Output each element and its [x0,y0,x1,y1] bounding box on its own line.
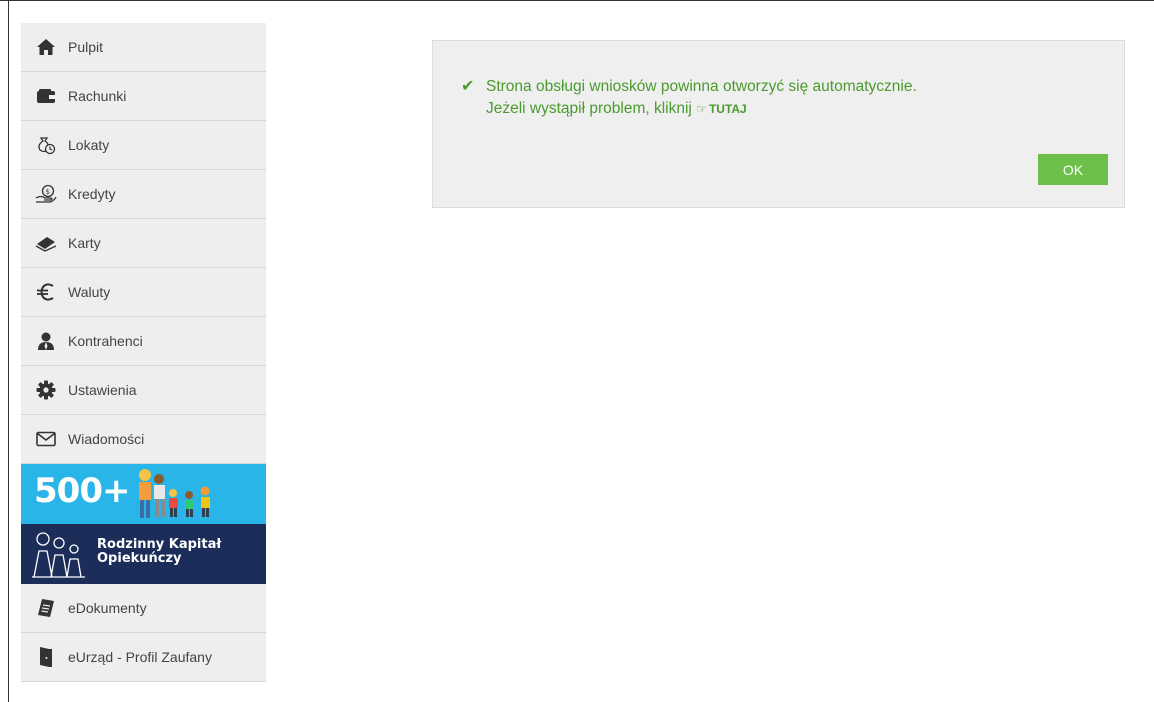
family-illustration [139,469,210,518]
euro-icon [35,281,57,303]
message-line-2: Jeżeli wystąpił problem, kliknij ☞ TUTAJ [486,98,917,120]
sidebar-item-label: Kredyty [68,186,116,202]
sidebar-item-label: Kontrahenci [68,333,143,349]
banner-500-plus[interactable]: 500+ [21,464,266,524]
checkmark-icon: ✔ [461,78,475,95]
home-icon [35,36,57,58]
banner-rkp-line2: Opiekuńczy [97,551,182,566]
card-icon [35,232,57,254]
sidebar-item-kontrahenci[interactable]: Kontrahenci [21,317,266,366]
sidebar-item-eurzad[interactable]: eUrząd - Profil Zaufany [21,633,266,682]
sidebar-item-label: Karty [68,235,101,251]
banner-rodzinny-kapital[interactable]: Rodzinny Kapitał Opiekuńczy [21,524,266,584]
message-line-2-text: Jeżeli wystąpił problem, kliknij [486,100,692,117]
sidebar-item-karty[interactable]: Karty [21,219,266,268]
family-outline-icon [32,532,85,578]
sidebar-item-kredyty[interactable]: $ Kredyty [21,170,266,219]
ok-button[interactable]: OK [1038,154,1108,185]
door-icon [35,646,57,668]
sidebar-item-edokumenty[interactable]: eDokumenty [21,584,266,633]
sidebar-item-wiadomosci[interactable]: Wiadomości [21,415,266,464]
sidebar-nav: Pulpit Rachunki Lokaty $ Kredyty Karty W… [21,23,266,682]
envelope-icon [35,428,57,450]
sidebar-item-label: Pulpit [68,39,104,55]
banner-500-text: 500+ [34,471,130,511]
contact-icon [35,330,57,352]
sidebar-item-label: eUrząd - Profil Zaufany [68,649,212,665]
svg-text:$: $ [46,188,50,196]
sidebar-item-lokaty[interactable]: Lokaty [21,121,266,170]
tutaj-link[interactable]: ☞ TUTAJ [696,102,747,116]
frame-top-border [0,0,1154,1]
document-icon [35,597,57,619]
sidebar-item-ustawienia[interactable]: Ustawienia [21,366,266,415]
dialog-message: ✔ Strona obsługi wniosków powinna otworz… [461,76,917,120]
sidebar-item-label: Lokaty [68,137,110,153]
tutaj-link-label: TUTAJ [708,102,747,116]
wallet-icon [35,85,57,107]
banner-rkp-text: Rodzinny Kapitał Opiekuńczy [97,538,221,566]
sidebar-item-waluty[interactable]: Waluty [21,268,266,317]
deposit-icon [35,134,57,156]
sidebar-item-label: Rachunki [68,88,127,104]
sidebar-item-pulpit[interactable]: Pulpit [21,23,266,72]
sidebar-item-label: Ustawienia [68,382,137,398]
pointing-hand-icon: ☞ [696,102,707,116]
sidebar-item-label: Wiadomości [68,431,145,447]
gear-icon [35,379,57,401]
frame-left-border [8,0,9,702]
loan-icon: $ [35,183,57,205]
sidebar-item-label: Waluty [68,284,111,300]
banner-rkp-line1: Rodzinny Kapitał [97,537,222,552]
redirect-dialog: ✔ Strona obsługi wniosków powinna otworz… [432,40,1125,208]
sidebar-item-label: eDokumenty [68,600,147,616]
sidebar-item-rachunki[interactable]: Rachunki [21,72,266,121]
message-line-1: Strona obsługi wniosków powinna otworzyć… [486,78,917,95]
